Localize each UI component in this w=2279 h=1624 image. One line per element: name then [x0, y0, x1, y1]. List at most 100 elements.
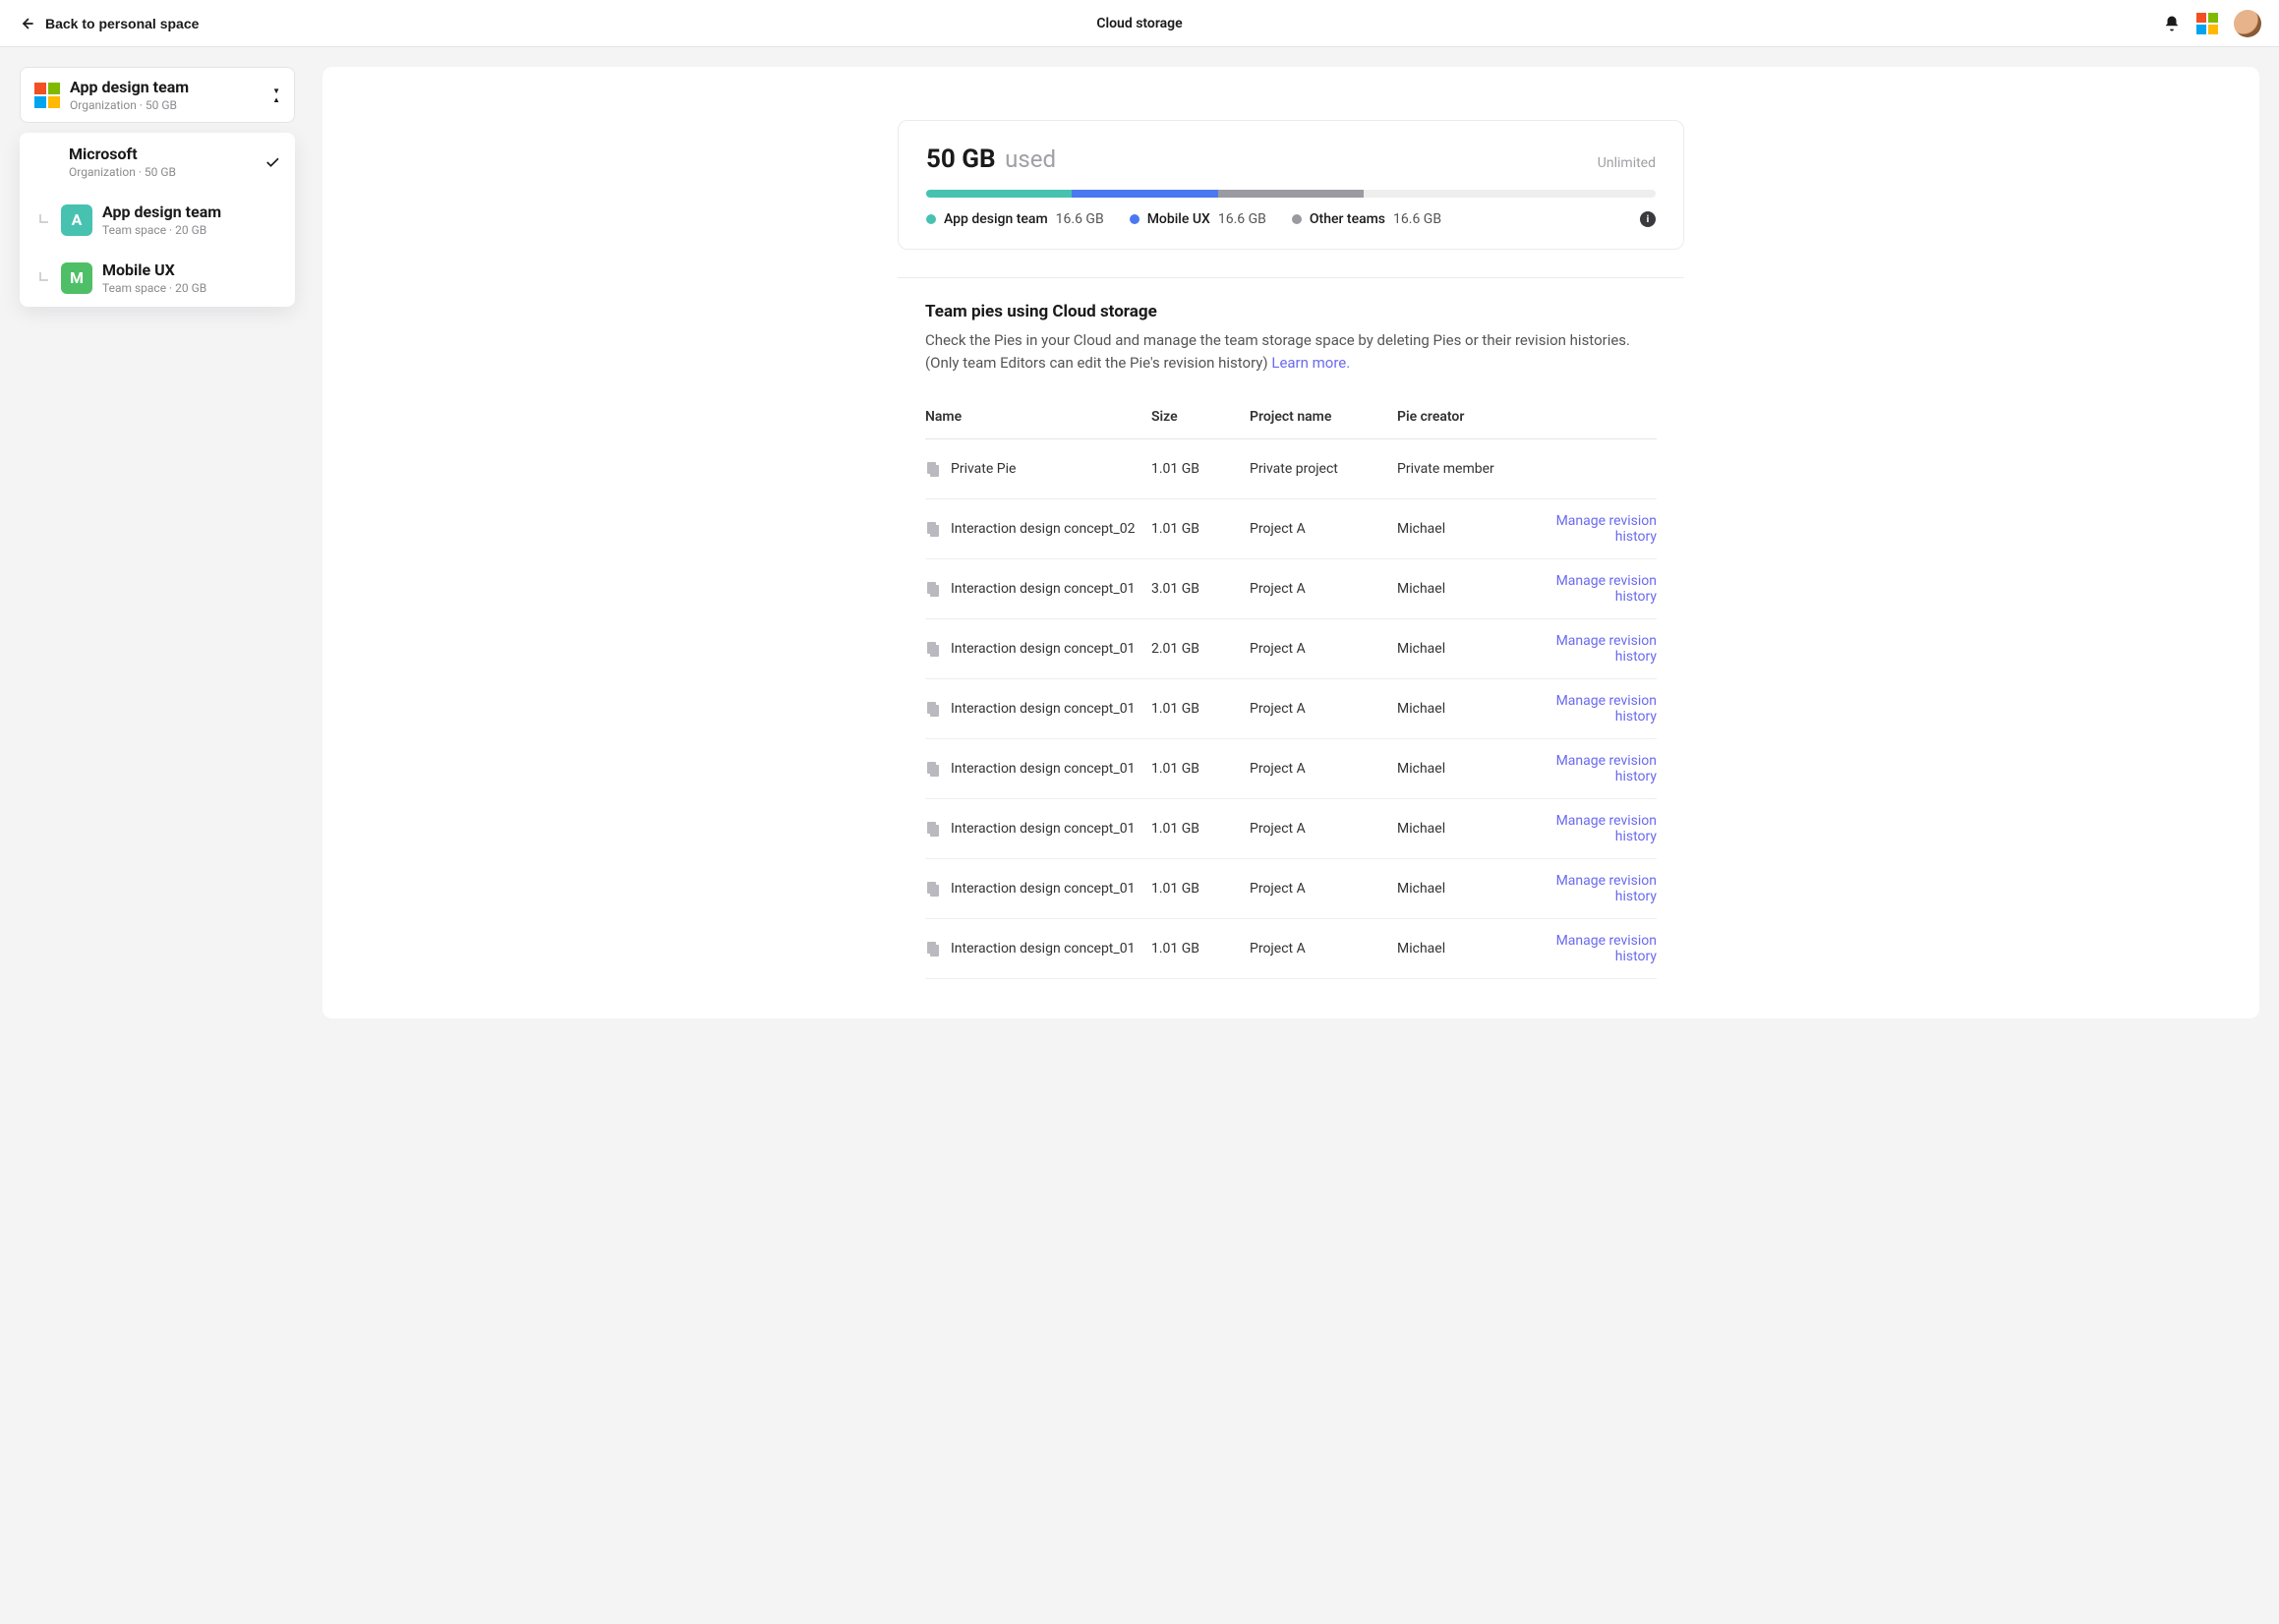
- table-row: Interaction design concept_01 1.01 GB Pr…: [925, 679, 1657, 739]
- cell-action: Manage revision history: [1545, 933, 1657, 964]
- pie-name: Interaction design concept_01: [951, 941, 1135, 957]
- cell-project: Project A: [1250, 581, 1387, 597]
- pies-description: Check the Pies in your Cloud and manage …: [925, 329, 1657, 374]
- cell-project: Project A: [1250, 881, 1387, 897]
- manage-history-link[interactable]: Manage revision history: [1556, 633, 1657, 665]
- dropdown-org-title: Microsoft: [69, 145, 254, 163]
- dropdown-org-subtitle: Organization · 50 GB: [69, 165, 254, 179]
- dropdown-team[interactable]: A App design team Team space · 20 GB: [20, 191, 295, 249]
- table-row: Interaction design concept_01 1.01 GB Pr…: [925, 919, 1657, 979]
- cell-size: 1.01 GB: [1151, 521, 1240, 537]
- avatar[interactable]: [2234, 10, 2261, 37]
- table-row: Interaction design concept_01 3.01 GB Pr…: [925, 559, 1657, 619]
- col-size: Size: [1151, 409, 1240, 425]
- back-button[interactable]: Back to personal space: [18, 15, 199, 32]
- cell-action: Manage revision history: [1545, 573, 1657, 605]
- col-name: Name: [925, 409, 1141, 425]
- manage-history-link[interactable]: Manage revision history: [1556, 513, 1657, 545]
- pie-name: Interaction design concept_01: [951, 821, 1135, 837]
- pies-section: Team pies using Cloud storage Check the …: [898, 277, 1684, 979]
- pie-name: Interaction design concept_01: [951, 641, 1135, 657]
- legend-name: App design team: [944, 211, 1048, 227]
- storage-segment: [1072, 190, 1217, 198]
- pie-name: Private Pie: [951, 461, 1016, 477]
- space-dropdown: Microsoft Organization · 50 GB A App des…: [20, 133, 295, 307]
- cell-size: 2.01 GB: [1151, 641, 1240, 657]
- manage-history-link[interactable]: Manage revision history: [1556, 873, 1657, 904]
- table-row: Private Pie 1.01 GB Private project Priv…: [925, 439, 1657, 499]
- cell-action: Manage revision history: [1545, 693, 1657, 725]
- manage-history-link[interactable]: Manage revision history: [1556, 933, 1657, 964]
- file-icon: [925, 941, 941, 957]
- cell-name: Interaction design concept_01: [925, 761, 1141, 777]
- cell-name: Interaction design concept_01: [925, 941, 1141, 957]
- table-row: Interaction design concept_02 1.01 GB Pr…: [925, 499, 1657, 559]
- cell-project: Project A: [1250, 641, 1387, 657]
- org-logo-icon[interactable]: [2196, 13, 2218, 34]
- cell-creator: Michael: [1397, 641, 1535, 657]
- cell-action: Manage revision history: [1545, 633, 1657, 665]
- manage-history-link[interactable]: Manage revision history: [1556, 693, 1657, 725]
- cell-project: Project A: [1250, 521, 1387, 537]
- col-creator: Pie creator: [1397, 409, 1535, 425]
- cell-size: 1.01 GB: [1151, 881, 1240, 897]
- table-header: Name Size Project name Pie creator: [925, 395, 1657, 439]
- table-row: Interaction design concept_01 1.01 GB Pr…: [925, 739, 1657, 799]
- cell-project: Project A: [1250, 821, 1387, 837]
- selected-space-subtitle: Organization · 50 GB: [70, 98, 263, 112]
- cell-name: Interaction design concept_02: [925, 521, 1141, 537]
- org-logo-icon: [33, 149, 59, 175]
- manage-history-link[interactable]: Manage revision history: [1556, 813, 1657, 844]
- org-logo-icon: [34, 83, 60, 108]
- dropdown-team-title: App design team: [102, 203, 281, 221]
- space-selector[interactable]: App design team Organization · 50 GB ▼▲: [20, 67, 295, 123]
- pie-name: Interaction design concept_01: [951, 701, 1135, 717]
- legend-item: Other teams 16.6 GB: [1292, 211, 1441, 227]
- dropdown-team-subtitle: Team space · 20 GB: [102, 223, 281, 237]
- legend-dot: [1130, 214, 1140, 224]
- pie-name: Interaction design concept_02: [951, 521, 1135, 537]
- legend-value: 16.6 GB: [1393, 211, 1441, 227]
- tree-indent-icon: [33, 213, 51, 227]
- manage-history-link[interactable]: Manage revision history: [1556, 753, 1657, 784]
- legend-name: Mobile UX: [1147, 211, 1210, 227]
- file-icon: [925, 761, 941, 777]
- file-icon: [925, 581, 941, 597]
- team-badge: M: [61, 262, 92, 294]
- legend-item: App design team 16.6 GB: [926, 211, 1104, 227]
- bell-icon[interactable]: [2163, 15, 2181, 32]
- cell-size: 1.01 GB: [1151, 761, 1240, 777]
- cell-size: 1.01 GB: [1151, 941, 1240, 957]
- table-row: Interaction design concept_01 1.01 GB Pr…: [925, 859, 1657, 919]
- storage-used-label: used: [1005, 145, 1056, 173]
- info-icon[interactable]: i: [1640, 211, 1656, 227]
- legend-item: Mobile UX 16.6 GB: [1130, 211, 1266, 227]
- dropdown-org[interactable]: Microsoft Organization · 50 GB: [20, 133, 295, 191]
- tree-indent-icon: [33, 271, 51, 285]
- table-row: Interaction design concept_01 1.01 GB Pr…: [925, 799, 1657, 859]
- cell-project: Project A: [1250, 701, 1387, 717]
- dropdown-team[interactable]: M Mobile UX Team space · 20 GB: [20, 249, 295, 307]
- file-icon: [925, 641, 941, 657]
- pie-name: Interaction design concept_01: [951, 581, 1135, 597]
- file-icon: [925, 881, 941, 897]
- learn-more-link[interactable]: Learn more.: [1271, 354, 1350, 372]
- manage-history-link[interactable]: Manage revision history: [1556, 573, 1657, 605]
- cell-action: Manage revision history: [1545, 753, 1657, 784]
- cell-creator: Michael: [1397, 761, 1535, 777]
- arrow-left-icon: [18, 15, 35, 32]
- main-panel: 50 GB used Unlimited App design team 16.…: [322, 67, 2259, 1018]
- pies-heading: Team pies using Cloud storage: [925, 302, 1657, 321]
- page-title: Cloud storage: [1096, 16, 1182, 31]
- cell-name: Private Pie: [925, 461, 1141, 477]
- storage-segment: [926, 190, 1072, 198]
- cell-size: 1.01 GB: [1151, 701, 1240, 717]
- cell-project: Project A: [1250, 941, 1387, 957]
- file-icon: [925, 821, 941, 837]
- cell-creator: Michael: [1397, 581, 1535, 597]
- legend-value: 16.6 GB: [1218, 211, 1266, 227]
- cell-creator: Michael: [1397, 821, 1535, 837]
- top-right: [2163, 10, 2261, 37]
- storage-segment: [1218, 190, 1364, 198]
- legend-dot: [926, 214, 936, 224]
